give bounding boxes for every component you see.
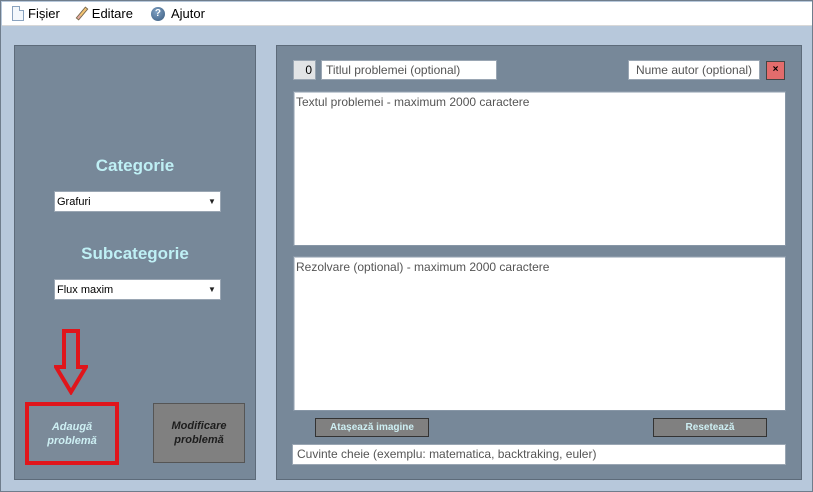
menu-bar: Fișier Editare ? Ajutor	[2, 2, 812, 26]
keywords-input[interactable]: Cuvinte cheie (exemplu: matematica, back…	[292, 444, 786, 465]
attach-image-button[interactable]: Atașează imagine	[315, 418, 429, 437]
reset-button[interactable]: Resetează	[653, 418, 767, 437]
chevron-down-icon: ▼	[208, 197, 216, 206]
menu-edit-label: Editare	[91, 6, 133, 21]
problem-text-placeholder: Textul problemei - maximum 2000 caracter…	[296, 95, 530, 109]
add-problem-button[interactable]: Adaugă problemă	[25, 402, 119, 465]
solution-text-placeholder: Rezolvare (optional) - maximum 2000 cara…	[296, 260, 550, 274]
chevron-down-icon: ▼	[208, 285, 216, 294]
menu-help-label: Ajutor	[170, 6, 205, 21]
category-title: Categorie	[95, 156, 175, 175]
menu-help[interactable]: ? Ajutor	[139, 3, 211, 25]
edit-problem-button[interactable]: Modificare problemă	[153, 403, 245, 463]
down-arrow-icon	[54, 329, 88, 395]
category-value: Grafuri	[57, 195, 91, 208]
subcategory-select[interactable]: Flux maxim ▼	[54, 279, 221, 300]
solution-text-area[interactable]: Rezolvare (optional) - maximum 2000 cara…	[293, 256, 786, 411]
menu-edit[interactable]: Editare	[66, 3, 139, 25]
pencil-icon	[75, 6, 89, 21]
menu-file[interactable]: Fișier	[2, 3, 66, 25]
problem-text-area[interactable]: Textul problemei - maximum 2000 caracter…	[293, 91, 786, 246]
title-input[interactable]: Titlul problemei (optional)	[321, 60, 497, 80]
close-icon[interactable]: ×	[766, 61, 785, 80]
subcategory-title: Subcategorie	[81, 244, 189, 263]
edit-problem-label: Modificare problemă	[171, 420, 227, 446]
menu-file-label: Fișier	[28, 6, 60, 21]
file-icon	[12, 6, 24, 21]
app-window: Fișier Editare ? Ajutor Categorie Grafur…	[0, 0, 813, 492]
help-icon: ?	[150, 6, 165, 21]
author-input[interactable]: Nume autor (optional)	[628, 60, 760, 80]
add-problem-label: Adaugă problemă	[47, 420, 97, 447]
category-panel: Categorie Grafuri ▼ Subcategorie Flux ma…	[14, 45, 256, 480]
problem-editor-panel: 0 Titlul problemei (optional) Nume autor…	[276, 45, 802, 480]
subcategory-value: Flux maxim	[57, 283, 114, 296]
category-select[interactable]: Grafuri ▼	[54, 191, 221, 212]
problem-number: 0	[293, 60, 316, 80]
